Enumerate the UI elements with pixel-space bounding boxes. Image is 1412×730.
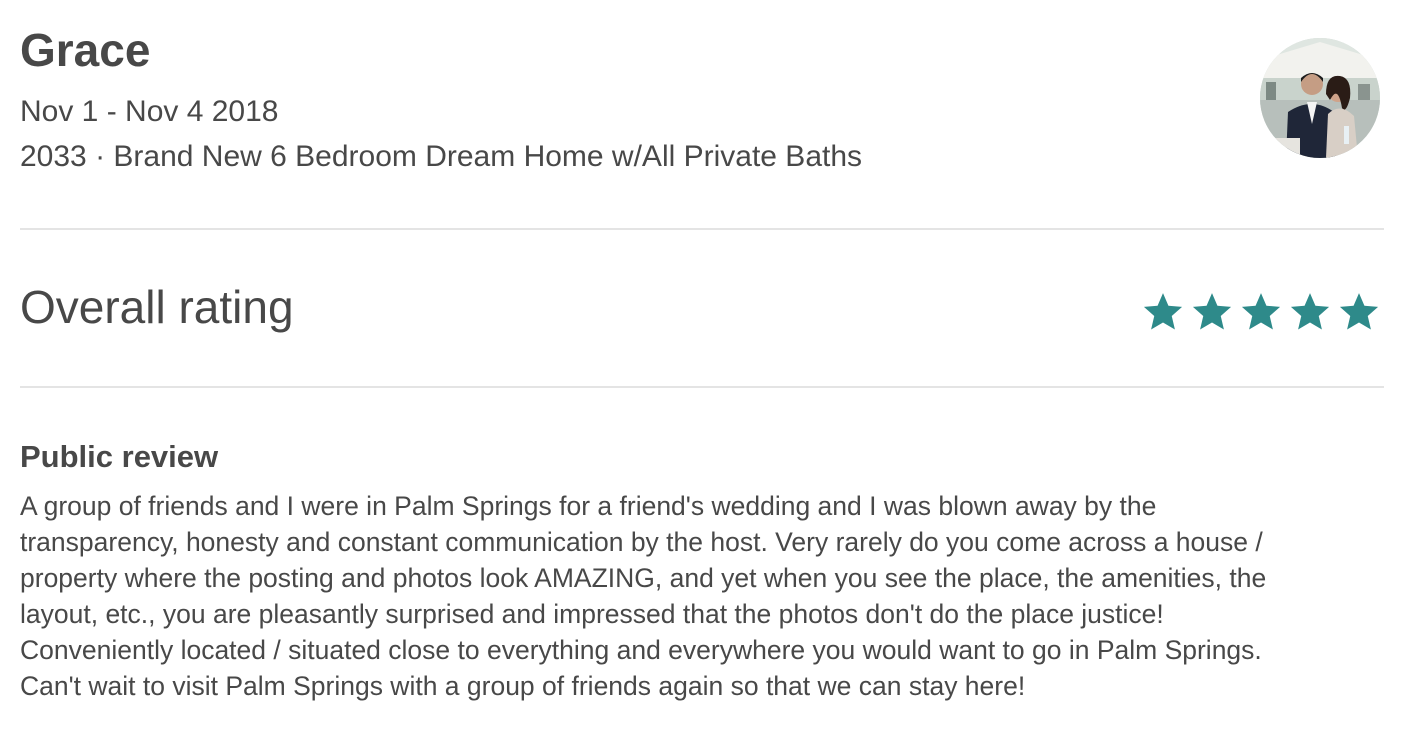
review-line: Conveniently located / situated close to… (20, 635, 1262, 665)
review-line: A group of friends and I were in Palm Sp… (20, 491, 1157, 521)
star-icon (1241, 293, 1281, 330)
review-line: Can't wait to visit Palm Springs with a … (20, 671, 1026, 701)
section-divider (20, 228, 1384, 230)
star-icon (1192, 293, 1232, 330)
star-icon (1143, 293, 1183, 330)
overall-rating-stars (1142, 290, 1380, 334)
guest-avatar[interactable] (1260, 38, 1380, 158)
overall-rating-label: Overall rating (20, 281, 294, 333)
public-review-heading: Public review (20, 439, 219, 474)
stay-dates: Nov 1 - Nov 4 2018 (20, 95, 279, 128)
review-line: transparency, honesty and constant commu… (20, 527, 1263, 557)
review-line: layout, etc., you are pleasantly surpris… (20, 599, 1164, 629)
guest-photo-avatar (1260, 38, 1380, 158)
review-line: property where the posting and photos lo… (20, 563, 1267, 593)
review-header: Grace Nov 1 - Nov 4 2018 2033 · Brand Ne… (20, 0, 1384, 229)
section-divider (20, 386, 1384, 388)
star-icon (1339, 293, 1379, 330)
review-detail-page: Grace Nov 1 - Nov 4 2018 2033 · Brand Ne… (20, 0, 1384, 730)
star-icon (1290, 293, 1330, 330)
guest-name: Grace (20, 24, 151, 76)
public-review-text: A group of friends and I were in Palm Sp… (20, 488, 1390, 704)
listing-name: 2033 · Brand New 6 Bedroom Dream Home w/… (20, 140, 863, 173)
